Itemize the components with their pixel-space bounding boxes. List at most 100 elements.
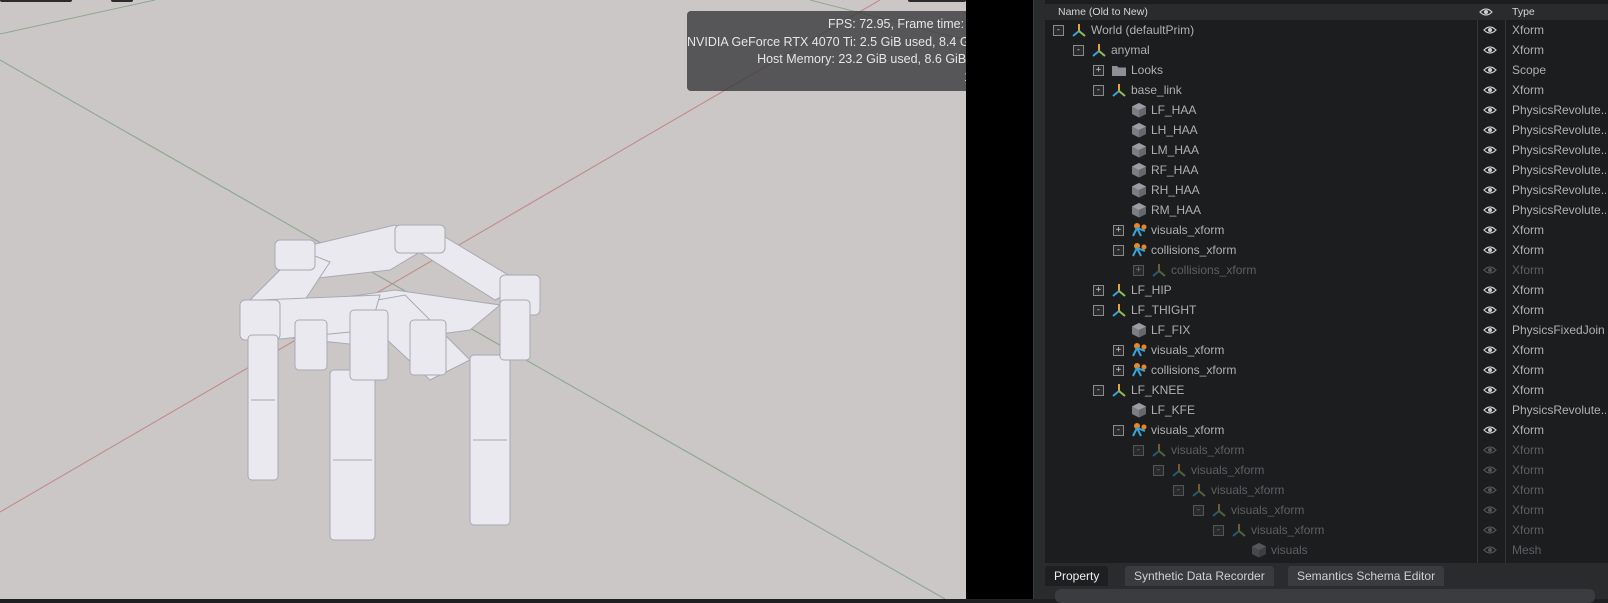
collapse-toggle[interactable]: - [1153,465,1164,476]
expand-toggle[interactable]: + [1113,365,1124,376]
visibility-eye-icon[interactable] [1483,44,1497,56]
collapse-toggle[interactable]: - [1173,485,1184,496]
tree-row[interactable]: - collisions_xform Xform [1045,240,1608,260]
collapse-toggle[interactable]: - [1073,45,1084,56]
cube-icon [1131,322,1147,338]
tree-row[interactable]: + collisions_xform Xform [1045,360,1608,380]
cube-icon [1131,122,1147,138]
visibility-eye-icon[interactable] [1483,104,1497,116]
visibility-eye-icon[interactable] [1483,124,1497,136]
collapse-toggle[interactable]: - [1113,425,1124,436]
expand-toggle[interactable]: + [1113,225,1124,236]
visibility-eye-icon[interactable] [1483,444,1497,456]
visibility-eye-icon[interactable] [1483,64,1497,76]
prim-type: Xform [1512,383,1545,397]
visibility-eye-icon[interactable] [1483,24,1497,36]
expand-toggle[interactable]: + [1093,65,1104,76]
visibility-eye-icon[interactable] [1483,344,1497,356]
tree-row[interactable]: - visuals_xform Xform [1045,500,1608,520]
instance-icon [1131,422,1147,438]
column-name-header[interactable]: Name (Old to New) [1058,6,1148,18]
visibility-header-icon[interactable] [1479,6,1493,18]
property-search-input[interactable] [1055,589,1595,603]
grid-axis-green [0,0,156,35]
prim-type: Xform [1512,343,1545,357]
tree-row[interactable]: - visuals_xform Xform [1045,420,1608,440]
visibility-eye-icon[interactable] [1483,464,1497,476]
tree-row[interactable]: + collisions_xform Xform [1045,260,1608,280]
visibility-eye-icon[interactable] [1483,304,1497,316]
tree-row[interactable]: visuals Mesh [1045,540,1608,560]
tree-row[interactable]: - anymal Xform [1045,40,1608,60]
collapse-toggle[interactable]: - [1113,245,1124,256]
tree-row[interactable]: RH_HAA PhysicsRevolute... [1045,180,1608,200]
visibility-eye-icon[interactable] [1483,404,1497,416]
collapse-toggle[interactable]: - [1053,25,1064,36]
prim-type: PhysicsFixedJoin [1512,323,1605,337]
tab-semantics-schema-editor[interactable]: Semantics Schema Editor [1288,566,1445,586]
tree-row[interactable]: + visuals_xform Xform [1045,340,1608,360]
tree-row[interactable]: + LF_HIP Xform [1045,280,1608,300]
tree-row[interactable]: + Looks Scope [1045,60,1608,80]
visibility-eye-icon[interactable] [1483,264,1497,276]
collapse-toggle[interactable]: - [1133,445,1144,456]
collapse-toggle[interactable]: - [1213,525,1224,536]
prim-type: Mesh [1512,543,1542,557]
expand-toggle[interactable]: + [1133,265,1144,276]
collapse-toggle[interactable]: - [1093,305,1104,316]
visibility-eye-icon[interactable] [1483,504,1497,516]
prim-name: visuals_xform [1151,223,1225,237]
tab-property[interactable]: Property [1045,566,1109,586]
visibility-eye-icon[interactable] [1483,184,1497,196]
tree-row[interactable]: LM_HAA PhysicsRevolute... [1045,140,1608,160]
tree-row[interactable]: - World (defaultPrim) Xform [1045,20,1608,40]
visibility-eye-icon[interactable] [1483,364,1497,376]
tree-row[interactable]: RM_HAA PhysicsRevolute... [1045,200,1608,220]
visibility-eye-icon[interactable] [1483,484,1497,496]
visibility-eye-icon[interactable] [1483,284,1497,296]
tree-row[interactable]: LF_KFE PhysicsRevolute... [1045,400,1608,420]
visibility-eye-icon[interactable] [1483,384,1497,396]
column-type-header[interactable]: Type [1512,6,1535,18]
visibility-eye-icon[interactable] [1483,164,1497,176]
tree-row[interactable]: LF_FIX PhysicsFixedJoin [1045,320,1608,340]
collapse-toggle[interactable]: - [1093,385,1104,396]
visibility-eye-icon[interactable] [1483,244,1497,256]
visibility-eye-icon[interactable] [1483,424,1497,436]
visibility-eye-icon[interactable] [1483,324,1497,336]
tree-row[interactable]: LF_HAA PhysicsRevolute... [1045,100,1608,120]
tree-row[interactable]: - visuals_xform Xform [1045,480,1608,500]
tab-synthetic-data-recorder[interactable]: Synthetic Data Recorder [1125,566,1274,586]
prim-type: Xform [1512,243,1545,257]
visibility-eye-icon[interactable] [1483,524,1497,536]
tree-row[interactable]: + visuals_xform Xform [1045,220,1608,240]
tree-row[interactable]: - visuals_xform Xform [1045,460,1608,480]
tree-row[interactable]: - base_link Xform [1045,80,1608,100]
prim-type: Xform [1512,363,1545,377]
prim-name: LH_HAA [1151,123,1198,137]
collapse-toggle[interactable]: - [1193,505,1204,516]
prim-name: LF_FIX [1151,323,1191,337]
visibility-eye-icon[interactable] [1483,144,1497,156]
prim-type: Xform [1512,423,1545,437]
expand-toggle[interactable]: + [1093,285,1104,296]
visibility-eye-icon[interactable] [1483,544,1497,556]
visibility-eye-icon[interactable] [1483,224,1497,236]
xform-icon [1151,442,1167,458]
visibility-eye-icon[interactable] [1483,84,1497,96]
tree-row[interactable]: - LF_THIGHT Xform [1045,300,1608,320]
prim-type: Xform [1512,23,1545,37]
tree-row[interactable]: - visuals_xform Xform [1045,440,1608,460]
prim-name: LF_THIGHT [1131,303,1197,317]
tree-row[interactable]: - LF_KNEE Xform [1045,380,1608,400]
tree-row[interactable]: - visuals_xform Xform [1045,520,1608,540]
tree-row[interactable]: LH_HAA PhysicsRevolute... [1045,120,1608,140]
expand-toggle[interactable]: + [1113,345,1124,356]
collapse-toggle[interactable]: - [1093,85,1104,96]
robot-model [239,224,541,541]
viewport[interactable]: FPS: 72.95, Frame time: 13.71 ms NVIDIA … [0,0,966,599]
prim-name: visuals_xform [1251,523,1325,537]
visibility-eye-icon[interactable] [1483,204,1497,216]
tree-row[interactable]: RF_HAA PhysicsRevolute... [1045,160,1608,180]
prim-type: Xform [1512,223,1545,237]
